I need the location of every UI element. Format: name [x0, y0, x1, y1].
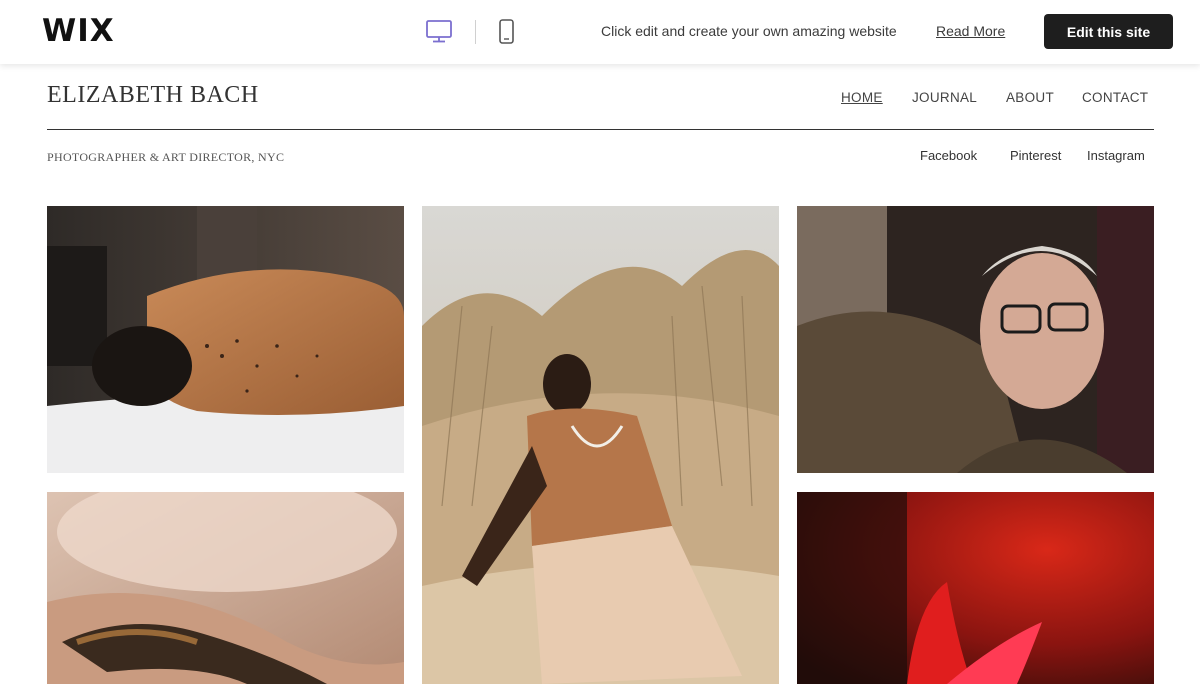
edit-site-button[interactable]: Edit this site — [1044, 14, 1173, 49]
promo-text: Click edit and create your own amazing w… — [601, 23, 897, 39]
older-man-glasses-photo[interactable] — [797, 206, 1154, 473]
mobile-phone-icon — [499, 19, 514, 44]
read-more-link[interactable]: Read More — [936, 23, 1005, 39]
social-link-facebook[interactable]: Facebook — [920, 148, 977, 163]
snake-on-hand-photo[interactable] — [47, 492, 404, 684]
nav-home[interactable]: HOME — [841, 90, 883, 105]
device-divider — [475, 20, 476, 44]
wix-logo[interactable]: WIX — [42, 13, 115, 49]
nav-journal[interactable]: JOURNAL — [912, 90, 977, 105]
nav-about[interactable]: ABOUT — [1006, 90, 1054, 105]
social-link-instagram[interactable]: Instagram — [1087, 148, 1145, 163]
social-link-pinterest[interactable]: Pinterest — [1010, 148, 1061, 163]
tagline: PHOTOGRAPHER & ART DIRECTOR, NYC — [47, 150, 285, 164]
back-tattoo-photo[interactable] — [47, 206, 404, 473]
man-in-dunes-photo[interactable] — [422, 206, 779, 684]
header-divider — [47, 129, 1154, 130]
site-title[interactable]: ELIZABETH BACH — [47, 82, 259, 109]
desktop-monitor-icon — [426, 20, 452, 43]
red-flower-photo[interactable] — [797, 492, 1154, 684]
nav-contact[interactable]: CONTACT — [1082, 90, 1148, 105]
desktop-view-button[interactable] — [424, 18, 454, 46]
mobile-view-button[interactable] — [492, 18, 522, 46]
wix-toolbar: WIX Click edit and create your own amazi… — [0, 0, 1200, 64]
